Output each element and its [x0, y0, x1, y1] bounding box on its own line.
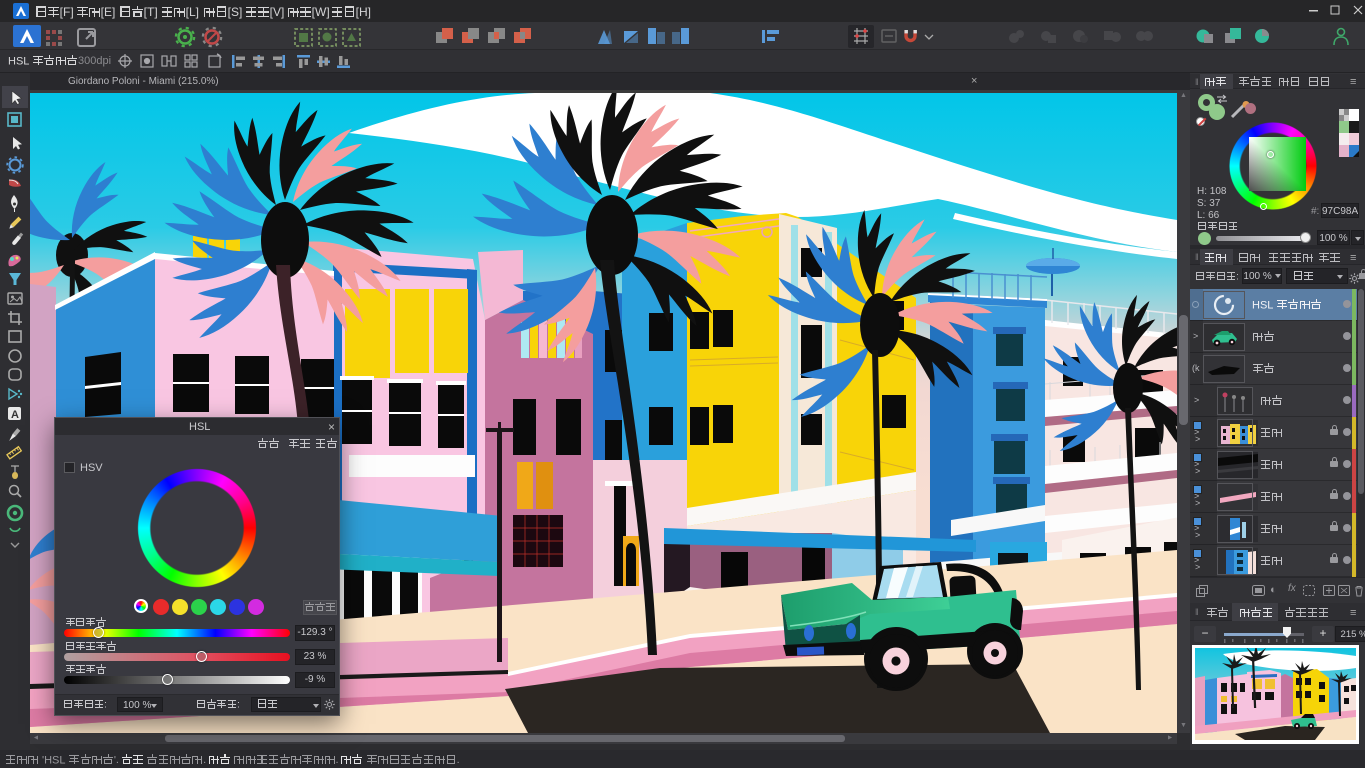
svg-text:A: A [11, 409, 19, 421]
